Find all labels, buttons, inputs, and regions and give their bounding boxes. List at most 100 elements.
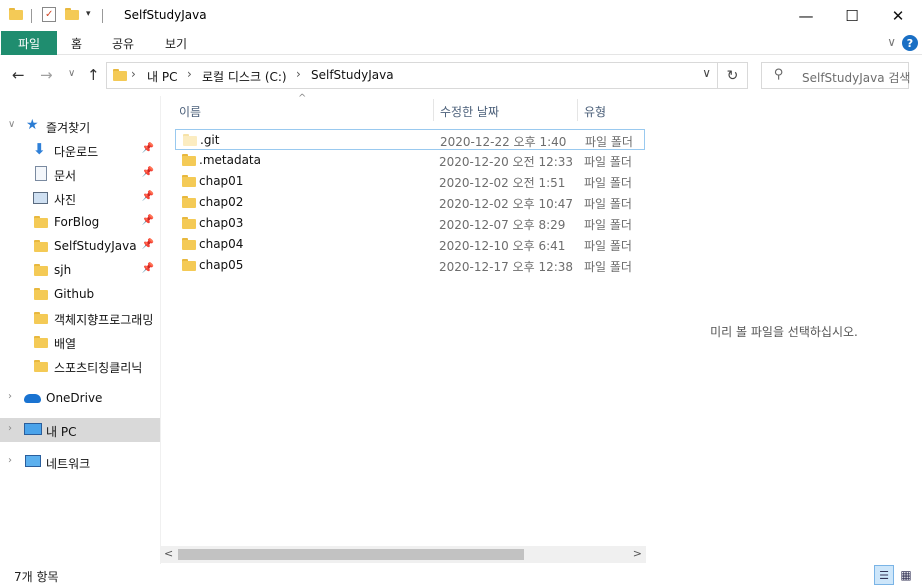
folder-icon (182, 196, 196, 211)
folder-icon (34, 312, 48, 327)
search-placeholder: SelfStudyJava 검색 (802, 71, 911, 85)
title-bar: ✓ ▾ SelfStudyJava — ☐ ✕ (0, 0, 922, 31)
sidebar-item-label: 객체지향프로그래밍 (54, 313, 154, 327)
sidebar-item-label: 즐겨찾기 (46, 121, 91, 135)
file-row-chap01[interactable]: chap01 2020-12-02 오전 1:51 파일 폴더 (175, 171, 645, 192)
preview-pane: 미리 볼 파일을 선택하십시오. (646, 96, 922, 564)
search-icon: ⚲ (774, 67, 784, 82)
tab-view[interactable]: 보기 (165, 35, 187, 52)
file-row-chap03[interactable]: chap03 2020-12-07 오후 8:29 파일 폴더 (175, 213, 645, 234)
folder-icon (34, 264, 48, 279)
sidebar-item-selfstudyjava[interactable]: SelfStudyJava 📌 (0, 234, 160, 258)
sidebar-item-label: sjh (54, 263, 72, 277)
file-name: chap02 (199, 195, 244, 209)
item-count: 7개 항목 (14, 570, 59, 584)
new-folder-icon[interactable] (65, 8, 79, 22)
column-divider[interactable] (577, 99, 578, 121)
column-type[interactable]: 유형 (584, 103, 606, 120)
expand-chevron-icon[interactable]: › (8, 391, 12, 402)
expand-ribbon-icon[interactable]: ∨ (887, 35, 896, 49)
sidebar-item-pictures[interactable]: 사진 📌 (0, 186, 160, 210)
pin-icon: 📌 (141, 143, 154, 154)
properties-icon[interactable]: ✓ (42, 7, 56, 22)
column-name[interactable]: 이름 (179, 103, 201, 120)
file-row-chap02[interactable]: chap02 2020-12-02 오후 10:47 파일 폴더 (175, 192, 645, 213)
file-name: .git (200, 133, 220, 147)
customize-toolbar-icon[interactable]: ▾ (86, 9, 91, 19)
breadcrumb-this-pc[interactable]: 내 PC (147, 68, 177, 85)
column-divider[interactable] (433, 99, 434, 121)
refresh-button[interactable]: ↻ (718, 62, 748, 89)
file-name: chap05 (199, 258, 244, 272)
help-icon[interactable]: ? (902, 35, 918, 51)
scroll-left-icon[interactable]: < (164, 547, 173, 560)
sidebar-item-label: 네트워크 (46, 457, 91, 471)
scroll-right-icon[interactable]: > (633, 547, 642, 560)
collapse-chevron-icon[interactable]: ∨ (8, 119, 15, 130)
sidebar-item-downloads[interactable]: ⬇ 다운로드 📌 (0, 138, 160, 162)
file-type: 파일 폴더 (584, 239, 632, 253)
expand-chevron-icon[interactable]: › (8, 423, 12, 434)
column-date-modified[interactable]: 수정한 날짜 (440, 103, 499, 120)
file-date: 2020-12-20 오전 12:33 (439, 155, 574, 169)
sidebar-item-forblog[interactable]: ForBlog 📌 (0, 210, 160, 234)
star-icon: ★ (26, 117, 39, 133)
sidebar-item-array[interactable]: 배열 (0, 330, 160, 354)
sidebar-item-github[interactable]: Github (0, 282, 160, 306)
folder-icon (34, 288, 48, 303)
folder-icon (182, 175, 196, 190)
pin-icon: 📌 (141, 263, 154, 274)
breadcrumb-local-disk[interactable]: 로컬 디스크 (C:) (202, 68, 287, 85)
large-icons-view-icon[interactable]: ▦ (896, 565, 916, 585)
sidebar-item-onedrive[interactable]: › OneDrive (0, 386, 160, 410)
tab-file[interactable]: 파일 (1, 31, 57, 55)
sidebar-item-sjh[interactable]: sjh 📌 (0, 258, 160, 282)
sidebar-item-label: 스포츠티칭클리닉 (54, 361, 143, 375)
details-view-icon[interactable]: ☰ (874, 565, 894, 585)
folder-icon (182, 217, 196, 232)
folder-icon (34, 240, 48, 255)
maximize-button[interactable]: ☐ (829, 0, 875, 31)
tab-share[interactable]: 공유 (112, 35, 134, 52)
expand-chevron-icon[interactable]: › (8, 455, 12, 466)
close-button[interactable]: ✕ (875, 0, 921, 31)
folder-icon (182, 259, 196, 274)
file-row-git[interactable]: .git 2020-12-22 오후 1:40 파일 폴더 (175, 129, 645, 150)
file-row-chap04[interactable]: chap04 2020-12-10 오후 6:41 파일 폴더 (175, 234, 645, 255)
breadcrumb-separator[interactable]: › (131, 67, 136, 81)
sidebar-item-oop[interactable]: 객체지향프로그래밍 (0, 306, 160, 330)
sidebar-item-this-pc[interactable]: › 내 PC (0, 418, 160, 442)
scrollbar-thumb[interactable] (178, 549, 524, 560)
minimize-button[interactable]: — (783, 0, 829, 31)
file-row-metadata[interactable]: .metadata 2020-12-20 오전 12:33 파일 폴더 (175, 150, 645, 171)
breadcrumb-separator[interactable]: › (187, 67, 192, 81)
folder-icon (9, 8, 23, 22)
tab-home[interactable]: 홈 (71, 35, 82, 52)
pin-icon: 📌 (141, 191, 154, 202)
file-date: 2020-12-10 오후 6:41 (439, 239, 566, 253)
breadcrumb-separator[interactable]: › (296, 67, 301, 81)
sidebar-item-documents[interactable]: 문서 📌 (0, 162, 160, 186)
sidebar-item-network[interactable]: › 네트워크 (0, 450, 160, 474)
back-button[interactable]: ← (12, 66, 25, 84)
folder-icon (182, 154, 196, 169)
breadcrumb-selfstudyjava[interactable]: SelfStudyJava (311, 68, 394, 82)
file-name: chap04 (199, 237, 244, 251)
search-input[interactable]: ⚲ SelfStudyJava 검색 (761, 62, 911, 89)
file-date: 2020-12-02 오후 10:47 (439, 197, 574, 211)
sidebar-item-quick-access[interactable]: ∨ ★ 즐겨찾기 (0, 114, 160, 138)
folder-icon (113, 69, 127, 84)
address-bar[interactable]: › 내 PC › 로컬 디스크 (C:) › SelfStudyJava ∨ (106, 62, 718, 89)
up-button[interactable]: ↑ (87, 66, 100, 84)
file-list: ^ 이름 수정한 날짜 유형 .git 2020-12-22 오후 1:40 파… (160, 93, 646, 564)
sidebar-item-sports-clinic[interactable]: 스포츠티칭클리닉 (0, 354, 160, 378)
document-icon (35, 166, 47, 181)
horizontal-scrollbar[interactable]: < > (160, 546, 646, 563)
status-bar: 7개 항목 ☰ ▦ (0, 564, 922, 588)
folder-icon (34, 216, 48, 231)
sidebar-item-label: SelfStudyJava (54, 239, 137, 253)
file-row-chap05[interactable]: chap05 2020-12-17 오후 12:38 파일 폴더 (175, 255, 645, 276)
forward-button[interactable]: → (40, 66, 53, 84)
recent-locations-button[interactable]: ∨ (68, 68, 75, 79)
address-dropdown-icon[interactable]: ∨ (702, 66, 711, 80)
